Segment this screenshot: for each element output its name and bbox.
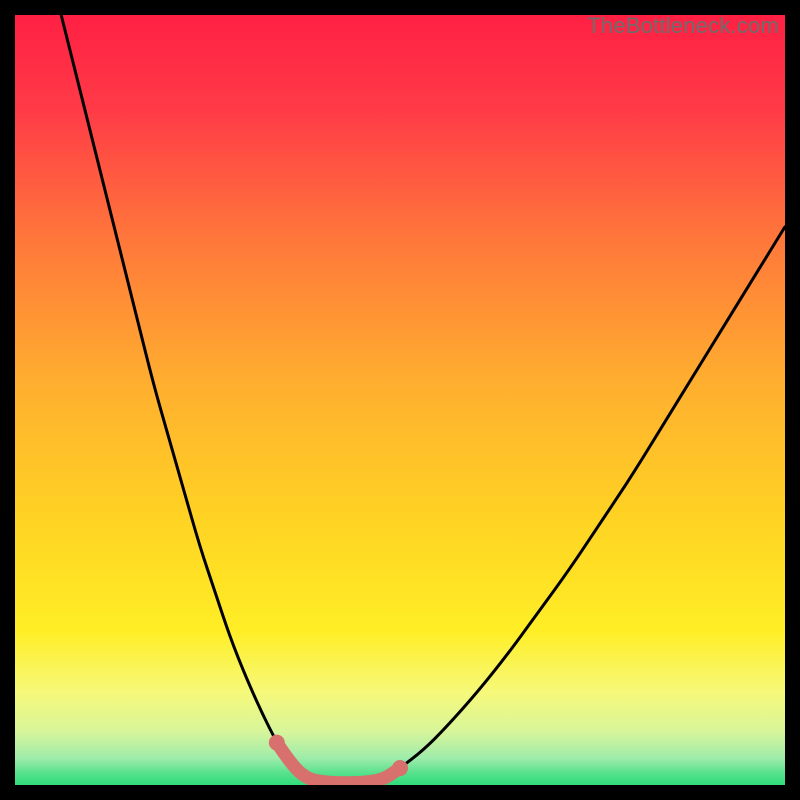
bottleneck-chart (15, 15, 785, 785)
gradient-background (15, 15, 785, 785)
valley-end-dot (392, 760, 408, 776)
valley-start-dot (269, 735, 285, 751)
chart-frame: TheBottleneck.com (15, 15, 785, 785)
attribution-text: TheBottleneck.com (587, 13, 779, 39)
